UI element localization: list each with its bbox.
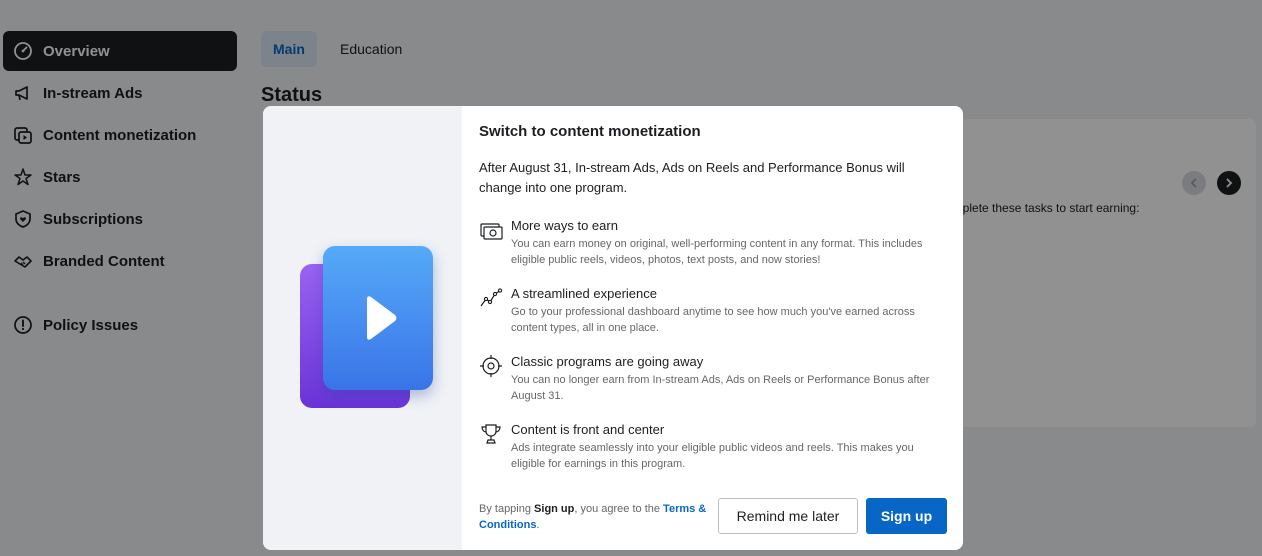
- terms-suffix: .: [536, 519, 540, 531]
- play-icon: [323, 246, 433, 390]
- feature-title: More ways to earn: [511, 218, 618, 233]
- trophy-icon: [479, 422, 503, 446]
- sign-up-button[interactable]: Sign up: [866, 498, 947, 534]
- feature-title: A streamlined experience: [511, 286, 657, 301]
- dialog-intro: After August 31, In-stream Ads, Ads on R…: [479, 160, 905, 195]
- feature-description: You can no longer earn from In-stream Ad…: [511, 374, 930, 402]
- feature-title: Classic programs are going away: [511, 354, 704, 369]
- dialog-hero-panel: [263, 106, 462, 550]
- dialog-title: Switch to content monetization: [479, 123, 701, 140]
- terms-signup-bold: Sign up: [534, 503, 575, 515]
- terms-prefix: By tapping: [479, 503, 535, 515]
- feature-description: Ads integrate seamlessly into your eligi…: [511, 442, 914, 470]
- feature-description: You can earn money on original, well-per…: [511, 238, 923, 266]
- money-camera-icon: [479, 218, 503, 242]
- terms-middle: , you agree to the: [574, 503, 664, 515]
- monetization-dialog: Switch to content monetization After Aug…: [263, 106, 963, 550]
- remind-me-later-button[interactable]: Remind me later: [718, 498, 858, 534]
- trend-line-icon: [479, 286, 503, 310]
- feature-title: Content is front and center: [511, 422, 665, 437]
- target-icon: [479, 354, 503, 378]
- terms-notice: By tapping Sign up, you agree to the Ter…: [479, 501, 714, 533]
- feature-description: Go to your professional dashboard anytim…: [511, 306, 915, 334]
